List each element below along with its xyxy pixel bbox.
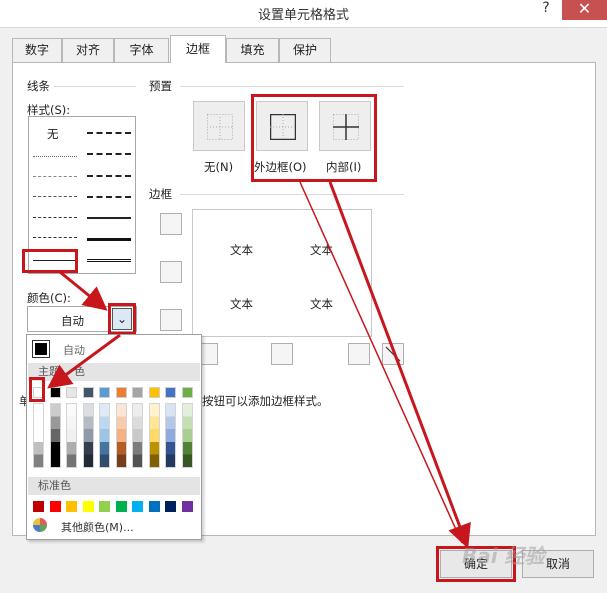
theme-color-swatch[interactable]	[165, 387, 176, 398]
color-picker-popup: 自动 主题色 标准色 其他颜色(M)...	[26, 334, 202, 540]
standard-color-swatch[interactable]	[115, 501, 127, 512]
line-style-medium-dash-dot[interactable]	[87, 175, 131, 177]
theme-color-shade-column[interactable]	[165, 403, 176, 468]
diagonal-icon	[385, 346, 401, 362]
standard-color-swatch[interactable]	[148, 501, 160, 512]
theme-color-shade-column[interactable]	[148, 403, 160, 468]
color-label: 颜色(C):	[27, 291, 71, 305]
theme-color-shade-column[interactable]	[82, 403, 94, 468]
standard-color-swatch[interactable]	[181, 501, 193, 512]
preview-text: 文本	[230, 243, 253, 257]
dialog-title: 设置单元格格式	[257, 8, 349, 23]
theme-color-swatch[interactable]	[148, 387, 160, 398]
preview-text: 文本	[310, 243, 333, 257]
preset-none-label: 无(N)	[204, 160, 234, 174]
color-dropdown-value: 自动	[61, 314, 84, 328]
line-style-dash-dot[interactable]	[33, 217, 77, 218]
preview-text: 文本	[310, 297, 333, 311]
border-diagonal-button[interactable]	[382, 343, 404, 365]
line-section-title: 线条	[27, 79, 50, 93]
standard-color-swatch[interactable]	[99, 501, 110, 512]
auto-color-swatch[interactable]	[32, 340, 50, 358]
standard-color-swatch[interactable]	[49, 501, 61, 512]
line-style-dash-dot-dot[interactable]	[33, 196, 77, 197]
theme-color-shade-column[interactable]	[181, 403, 193, 468]
border-section-divider	[180, 194, 404, 195]
border-section-title: 边框	[149, 187, 172, 201]
hint-text-right: 按钮可以添加边框样式。	[202, 394, 329, 408]
line-style-medium[interactable]	[87, 217, 131, 219]
line-style-medium-dashed[interactable]	[87, 196, 131, 198]
line-style-dashed[interactable]	[33, 237, 77, 238]
help-button[interactable]: ?	[536, 0, 556, 20]
standard-color-swatch[interactable]	[165, 501, 176, 512]
theme-color-swatch[interactable]	[115, 387, 127, 398]
border-bottom-button[interactable]	[160, 309, 182, 331]
theme-color-swatch[interactable]	[66, 387, 77, 398]
color-dropdown-highlight	[108, 303, 136, 335]
theme-colors-header: 主题色	[28, 363, 200, 381]
theme-colors-header-tail: 色	[74, 365, 85, 378]
close-button[interactable]: ✕	[562, 0, 607, 20]
theme-color-swatch[interactable]	[82, 387, 94, 398]
border-middle-horizontal-button[interactable]	[160, 261, 182, 283]
standard-color-swatch[interactable]	[33, 501, 44, 512]
theme-color-shade-column[interactable]	[66, 403, 77, 468]
more-colors-option[interactable]: 其他颜色(M)...	[61, 519, 134, 535]
tab-border[interactable]: 边框	[170, 35, 226, 63]
selected-color-highlight	[29, 377, 45, 402]
standard-color-swatch[interactable]	[66, 501, 77, 512]
line-style-hairline[interactable]	[33, 156, 77, 157]
line-style-dotted[interactable]	[33, 176, 77, 177]
theme-color-swatch[interactable]	[99, 387, 110, 398]
preset-highlight	[251, 94, 377, 182]
theme-color-shade-column[interactable]	[132, 403, 143, 468]
tab-fill[interactable]: 填充	[226, 38, 279, 62]
preset-section-divider	[180, 86, 404, 87]
line-style-slanted-dash-dot[interactable]	[87, 153, 131, 155]
theme-color-swatch[interactable]	[49, 387, 61, 398]
theme-color-swatch[interactable]	[132, 387, 143, 398]
theme-color-shade-column[interactable]	[99, 403, 110, 468]
border-right-button[interactable]	[348, 343, 370, 365]
preset-none-button[interactable]	[193, 101, 245, 151]
line-style-none[interactable]: 无	[47, 126, 59, 142]
theme-color-shade-column[interactable]	[49, 403, 61, 468]
preset-none-icon	[207, 114, 233, 140]
line-style-thick[interactable]	[87, 238, 131, 241]
tab-font[interactable]: 字体	[114, 38, 169, 62]
watermark-logo: Bai 经验	[462, 544, 545, 568]
auto-color-label[interactable]: 自动	[63, 342, 85, 358]
tab-protection[interactable]: 保护	[279, 38, 331, 62]
standard-color-swatch[interactable]	[82, 501, 94, 512]
theme-color-swatch[interactable]	[181, 387, 193, 398]
border-middle-vertical-button[interactable]	[271, 343, 293, 365]
color-wheel-icon	[33, 518, 47, 532]
line-style-double[interactable]	[87, 259, 131, 262]
border-preview[interactable]: 文本 文本 文本 文本	[192, 209, 372, 337]
preview-text: 文本	[230, 297, 253, 311]
line-section-divider	[54, 86, 136, 87]
line-style-medium-dash-dot-dot[interactable]	[87, 132, 131, 134]
border-top-button[interactable]	[160, 213, 182, 235]
standard-colors-header: 标准色	[28, 477, 200, 495]
standard-color-swatch[interactable]	[132, 501, 143, 512]
theme-color-shade-column[interactable]	[115, 403, 127, 468]
preset-section-title: 预置	[149, 79, 172, 93]
tab-alignment[interactable]: 对齐	[62, 38, 114, 62]
theme-color-shade-column[interactable]	[33, 403, 44, 468]
selected-line-style-highlight	[22, 249, 78, 273]
tab-number[interactable]: 数字	[12, 38, 62, 62]
